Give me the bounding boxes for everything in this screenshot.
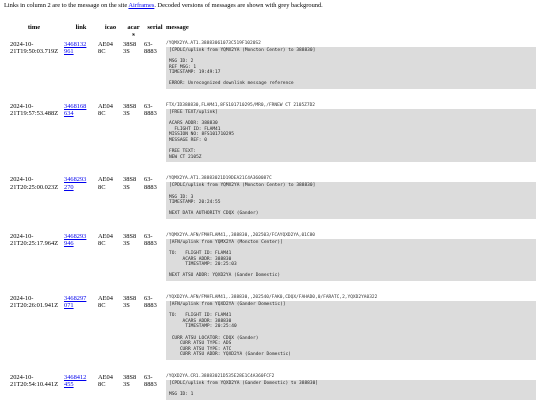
cell-icao: AE04 8C: [98, 176, 113, 191]
message-link[interactable]: 3468132 961: [64, 41, 86, 55]
header-row: time link icao acar s serial message: [4, 24, 536, 39]
cell-acars: 38S8 3S: [123, 373, 137, 389]
column-header-message: message: [166, 24, 189, 31]
cell-acars: 38S8 3S: [123, 176, 137, 191]
message-link[interactable]: 3468168 634: [64, 103, 86, 117]
message-link[interactable]: 3468412 455: [64, 374, 86, 388]
intro-prefix: Links in column 2 are to the message on …: [4, 2, 129, 9]
message-row: 2024-10- 21T20:25:00.023Z 3468293 270 AE04…: [4, 162, 536, 219]
cell-acars: 38S8 3S: [123, 232, 137, 248]
cell-link: 3468293 946: [64, 219, 98, 281]
cell-serial: 63- 8883: [144, 102, 157, 118]
message-row: 2024-10- 21T19:50:03.719Z 3468132 961 AE04…: [4, 39, 536, 89]
cell-link: 3468297 071: [64, 281, 98, 360]
column-header-icao: icao: [104, 24, 117, 31]
cell-time: 2024-10- 21T20:54:10.441Z: [10, 373, 59, 389]
cell-icao: AE04 8C: [98, 373, 113, 389]
cell-message: /YQMX2YA.AFN/FMHFLAM41,,388830,,202503/F…: [166, 219, 536, 282]
cell-message: FTX/ID388830,FLAM41,8FS101710295/MR0,/FR…: [166, 89, 536, 163]
cell-message: /YQXD2YA.CR1.38883021D535E28E1C4A360FCF2…: [166, 360, 536, 400]
message-row: 2024-10- 21T19:57:53.488Z 3468168 634 AE04…: [4, 89, 536, 163]
column-header-serial: serial: [147, 24, 163, 31]
cell-link: 3468132 961: [64, 39, 98, 89]
airframes-link[interactable]: Airframes: [128, 2, 154, 9]
cell-icao: AE04 8C: [98, 102, 113, 118]
cell-icao: AE04 8C: [98, 232, 113, 248]
cell-serial: 63- 8883: [144, 40, 157, 56]
cell-message: /YQXD2YA.AFN/FMHFLAM41,.388830,,202540/F…: [166, 281, 536, 360]
decoded-message: [CPDLC/uplink from YQMX2YA (Moncton Cent…: [166, 182, 536, 219]
cell-serial: 63- 8883: [144, 232, 157, 248]
messages-body: 2024-10- 21T19:50:03.719Z 3468132 961 AE04…: [4, 39, 536, 400]
cell-link: 3468412 455: [64, 360, 98, 400]
cell-message: /YQMX2YA.AT1.38883061073C519F1020S2 [CPDL…: [166, 39, 536, 89]
cell-icao: AE04 8C: [98, 295, 113, 310]
cell-icao: AE04 8C: [98, 40, 113, 56]
message-link[interactable]: 3468293 270: [64, 176, 86, 190]
cell-acars: 38S8 3S: [123, 295, 137, 310]
cell-message: /YQMX2YA.AT1.38883021D19DEA21C4A360087C[…: [166, 162, 536, 219]
intro-text: Links in column 2 are to the message on …: [4, 2, 323, 9]
intro-suffix: . Decoded versions of messages are shown…: [154, 2, 323, 9]
decoded-message: [AFN/uplink from YQMX2YA (Moncton Center…: [166, 238, 536, 282]
column-header-acars: acar s: [127, 24, 140, 39]
message-row: 2024-10- 21T20:26:01.941Z 3468297 071 AE04…: [4, 281, 536, 360]
cell-acars: 38S8 3S: [123, 40, 137, 56]
cell-acars: 38S8 3S: [123, 102, 137, 118]
decoded-message: [CPDLC/uplink from YQXD2YA (Gander Domes…: [166, 379, 536, 400]
cell-time: 2024-10- 21T20:25:00.023Z: [10, 176, 59, 191]
column-header-link: link: [75, 24, 87, 31]
decoded-message: [CPDLC/uplink from YQMX2YA (Moncton Cent…: [166, 46, 536, 89]
message-row: 2024-10- 21T20:25:17.964Z 3468293 946 AE04…: [4, 219, 536, 282]
cell-time: 2024-10- 21T20:25:17.964Z: [10, 232, 59, 248]
messages-table: time link icao acar s serial message 202…: [4, 24, 536, 400]
decoded-message: [FREE TEXT/uplink] ACARS ADDR: 388830 FL…: [166, 108, 536, 163]
cell-serial: 63- 8883: [144, 373, 157, 389]
cell-serial: 63- 8883: [144, 176, 157, 191]
cell-time: 2024-10- 21T20:26:01.941Z: [10, 295, 59, 310]
column-header-time: time: [27, 24, 41, 31]
cell-link: 3468293 270: [64, 162, 98, 219]
cell-link: 3468168 634: [64, 89, 98, 162]
message-link[interactable]: 3468293 946: [64, 233, 86, 247]
cell-serial: 63- 8883: [144, 295, 157, 310]
cell-time: 2024-10- 21T19:50:03.719Z: [10, 40, 59, 56]
message-link[interactable]: 3468297 071: [64, 295, 86, 309]
cell-time: 2024-10- 21T19:57:53.488Z: [10, 102, 59, 118]
decoded-message: [AFN/uplink from YQXD2YA (Gander Domesti…: [166, 301, 536, 360]
message-row: 2024-10- 21T20:54:10.441Z 3468412 455 AE04…: [4, 360, 536, 400]
